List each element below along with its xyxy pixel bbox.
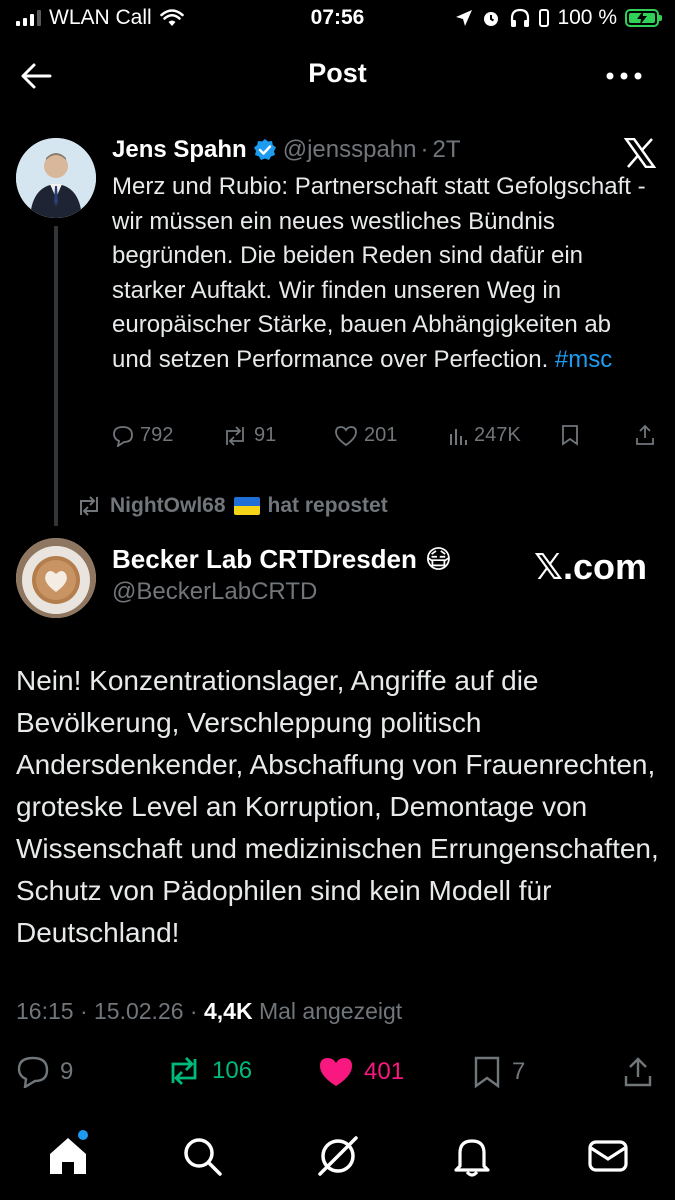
like-button[interactable]: 201 xyxy=(334,424,397,447)
thread-connector xyxy=(54,226,58,526)
analytics-icon xyxy=(450,428,467,445)
quoted-tweet-actions: 792 91 201 247K xyxy=(112,424,657,454)
quoted-tweet-header: Jens Spahn @jensspahn · 2T xyxy=(112,136,461,164)
heart-icon xyxy=(335,425,357,446)
main-tweet-actions: 9 106 401 7 xyxy=(16,1056,661,1096)
bottom-tab-bar xyxy=(0,1120,675,1200)
reply-count: 792 xyxy=(140,424,174,446)
views-count: 4,4K xyxy=(203,998,253,1024)
alarm-icon xyxy=(484,12,499,26)
main-tweet-header: Becker Lab CRTDresden 😷 xyxy=(112,544,452,575)
home-icon[interactable] xyxy=(46,1134,90,1178)
location-arrow-icon xyxy=(456,10,473,26)
views-label: Mal angezeigt xyxy=(252,998,403,1024)
author-name[interactable]: Becker Lab CRTDresden xyxy=(112,544,417,575)
grok-icon[interactable] xyxy=(316,1134,360,1178)
reply-count: 9 xyxy=(60,1058,74,1085)
home-notification-dot xyxy=(78,1130,88,1140)
profile-photo-icon xyxy=(16,138,96,218)
x-com-watermark: 𝕏.com xyxy=(534,546,648,587)
like-button[interactable]: 401 xyxy=(318,1056,404,1088)
page-title: Post xyxy=(308,58,367,88)
like-count: 201 xyxy=(364,424,398,446)
silent-mode-icon xyxy=(539,9,550,27)
battery-percent: 100 % xyxy=(557,6,617,29)
avatar-becker-lab[interactable] xyxy=(16,538,96,618)
messages-icon[interactable] xyxy=(586,1134,630,1178)
status-bar: WLAN Call 07:56 100 % xyxy=(0,0,675,40)
ellipsis-icon[interactable] xyxy=(606,72,642,80)
repost-count: 106 xyxy=(212,1057,253,1084)
battery-icon xyxy=(625,9,662,27)
reply-icon xyxy=(17,1056,49,1088)
bookmark-icon[interactable] xyxy=(560,424,580,446)
status-right: 100 % xyxy=(455,6,662,30)
timestamp: 16:15 · 15.02.26 · xyxy=(16,998,204,1024)
repost-notice: NightOwl68 hat repostet xyxy=(76,494,388,518)
hashtag-link[interactable]: #msc xyxy=(555,346,612,373)
share-icon[interactable] xyxy=(634,424,656,446)
coffee-cup-icon xyxy=(16,538,96,618)
charging-bolt-icon xyxy=(637,11,647,25)
repost-icon xyxy=(80,496,98,516)
repost-icon xyxy=(226,425,244,446)
author-handle[interactable]: @jensspahn xyxy=(283,136,417,164)
search-icon[interactable] xyxy=(180,1134,224,1178)
bookmark-button[interactable]: 7 xyxy=(472,1056,525,1088)
dot-separator: · xyxy=(420,136,429,163)
views-count: 247K xyxy=(474,424,521,446)
reposter-name[interactable]: NightOwl68 xyxy=(110,494,226,518)
author-handle[interactable]: @BeckerLabCRTD xyxy=(112,578,317,606)
bookmark-icon xyxy=(474,1056,500,1088)
tweet-meta: 16:15 · 15.02.26 · 4,4K Mal angezeigt xyxy=(16,998,402,1025)
mask-emoji: 😷 xyxy=(424,544,452,574)
top-header: Post xyxy=(0,48,675,104)
main-tweet-text: Nein! Konzentrationslager, Angriffe auf … xyxy=(16,665,659,948)
repost-button[interactable]: 91 xyxy=(222,424,276,447)
author-name[interactable]: Jens Spahn xyxy=(112,136,247,164)
repost-count: 91 xyxy=(254,424,277,446)
reply-button[interactable]: 792 xyxy=(112,424,173,447)
repost-button[interactable]: 106 xyxy=(166,1056,252,1086)
headphones-icon xyxy=(511,8,530,27)
views-button[interactable]: 247K xyxy=(448,424,521,447)
ukraine-flag-icon xyxy=(233,497,260,515)
quoted-tweet-text: Merz und Rubio: Partnerschaft statt Gefo… xyxy=(112,170,652,377)
post-age: 2T xyxy=(432,136,461,163)
notifications-icon[interactable] xyxy=(450,1134,494,1178)
share-icon[interactable] xyxy=(622,1056,654,1088)
x-logo-icon xyxy=(624,138,656,168)
quoted-tweet-body: Merz und Rubio: Partnerschaft statt Gefo… xyxy=(112,173,646,373)
verified-badge-icon xyxy=(253,139,276,160)
heart-filled-icon xyxy=(320,1058,352,1086)
bookmark-count: 7 xyxy=(512,1058,526,1085)
reply-icon xyxy=(113,425,133,447)
repost-label: hat repostet xyxy=(267,494,388,517)
repost-icon xyxy=(171,1057,197,1085)
reply-button[interactable]: 9 xyxy=(16,1056,73,1088)
like-count: 401 xyxy=(364,1058,405,1085)
avatar-jens-spahn[interactable] xyxy=(16,138,96,218)
